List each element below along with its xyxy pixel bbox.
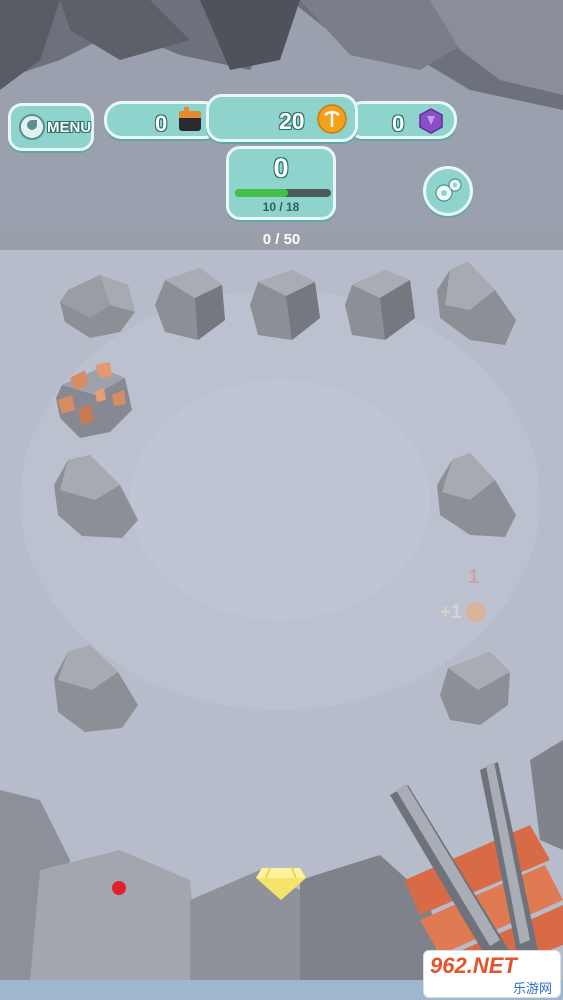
level-progress-fill bbox=[235, 189, 289, 197]
coin-small-icon bbox=[466, 602, 486, 622]
gear-icon bbox=[435, 178, 462, 202]
crate-icon bbox=[179, 107, 201, 131]
watermark-brand: 962.NET bbox=[430, 953, 517, 978]
gem-icon bbox=[419, 108, 443, 134]
gems-counter: 0 bbox=[345, 101, 457, 139]
menu-dragon-icon bbox=[19, 114, 45, 140]
crates-count: 0 bbox=[155, 111, 168, 136]
level-progress-bar bbox=[235, 189, 331, 197]
coins-counter: 20 bbox=[206, 94, 358, 142]
coin-pickaxe-icon bbox=[317, 104, 347, 134]
gems-count: 0 bbox=[392, 111, 405, 136]
floating-damage-text: 1 bbox=[468, 566, 480, 588]
floating-reward-text: +1 bbox=[440, 602, 462, 623]
rocks-counter: 0 / 50 bbox=[262, 231, 301, 248]
level-value: 0 bbox=[273, 153, 289, 183]
menu-label: MENU bbox=[47, 119, 92, 136]
menu-button[interactable]: MENU bbox=[8, 103, 94, 151]
coins-count: 20 bbox=[279, 108, 305, 134]
watermark: 962.NET 乐游网 bbox=[423, 950, 561, 998]
level-progress-text: 10 / 18 bbox=[262, 200, 300, 214]
crates-counter: 0 bbox=[104, 101, 222, 139]
watermark-subtitle: 乐游网 bbox=[512, 982, 552, 997]
level-panel: 0 10 / 18 bbox=[226, 146, 336, 220]
settings-button[interactable] bbox=[423, 166, 473, 216]
red-ball bbox=[112, 881, 126, 895]
